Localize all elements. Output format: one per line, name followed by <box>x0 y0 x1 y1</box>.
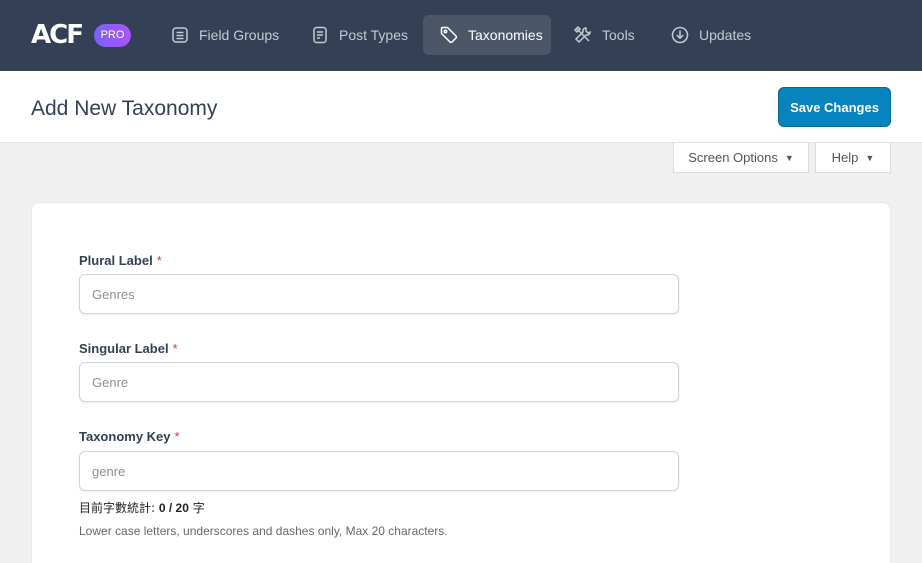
page-title: Add New Taxonomy <box>31 97 218 120</box>
field-groups-icon <box>172 27 188 43</box>
tools-icon <box>573 25 591 44</box>
screen-options-label: Screen Options <box>688 150 778 165</box>
help-tab[interactable]: Help ▼ <box>815 143 891 173</box>
nav-tools[interactable]: Tools <box>573 15 635 55</box>
required-mark: * <box>156 253 162 268</box>
counter-suffix: 字 <box>192 501 205 515</box>
taxonomy-key-hint: Lower case letters, underscores and dash… <box>79 524 448 538</box>
nav-updates[interactable]: Updates <box>670 15 751 55</box>
screen-options-tab[interactable]: Screen Options ▼ <box>673 143 809 173</box>
caret-down-icon: ▼ <box>865 152 875 163</box>
required-mark: * <box>174 429 180 444</box>
nav-tools-label: Tools <box>602 27 635 43</box>
plural-label-input[interactable] <box>79 274 679 314</box>
taxonomy-key-input[interactable] <box>79 451 679 491</box>
plural-label-heading: Plural Label * <box>79 253 162 268</box>
nav-field-groups-label: Field Groups <box>199 27 280 43</box>
taxonomy-key-text: Taxonomy Key <box>79 429 171 444</box>
nav-updates-label: Updates <box>699 27 752 43</box>
pro-badge: PRO <box>94 24 131 47</box>
top-nav-bar: ACF PRO Field Groups Post Types Taxonomi… <box>0 0 922 71</box>
singular-label-heading: Singular Label * <box>79 341 178 356</box>
counter-value: 0 / 20 <box>158 501 189 515</box>
character-counter: 目前字數統計: 0 / 20 字 <box>79 499 205 516</box>
required-mark: * <box>172 341 178 356</box>
updates-icon <box>671 26 689 44</box>
nav-post-types[interactable]: Post Types <box>310 15 408 55</box>
help-label: Help <box>831 150 859 165</box>
nav-field-groups[interactable]: Field Groups <box>170 15 279 55</box>
nav-taxonomies[interactable]: Taxonomies <box>423 15 551 55</box>
acf-logo[interactable]: ACF <box>31 22 84 48</box>
tag-icon <box>440 26 458 44</box>
plural-label-text: Plural Label <box>79 253 153 268</box>
caret-down-icon: ▼ <box>784 152 794 163</box>
save-changes-button[interactable]: Save Changes <box>778 87 891 127</box>
singular-label-text: Singular Label <box>79 341 169 356</box>
singular-label-input[interactable] <box>79 362 679 402</box>
nav-taxonomies-label: Taxonomies <box>468 27 543 43</box>
page-header: Add New Taxonomy Save Changes <box>0 71 922 143</box>
taxonomy-key-heading: Taxonomy Key * <box>79 429 180 444</box>
counter-prefix: 目前字數統計: <box>79 501 156 515</box>
post-types-icon <box>313 26 327 44</box>
nav-post-types-label: Post Types <box>339 27 409 43</box>
